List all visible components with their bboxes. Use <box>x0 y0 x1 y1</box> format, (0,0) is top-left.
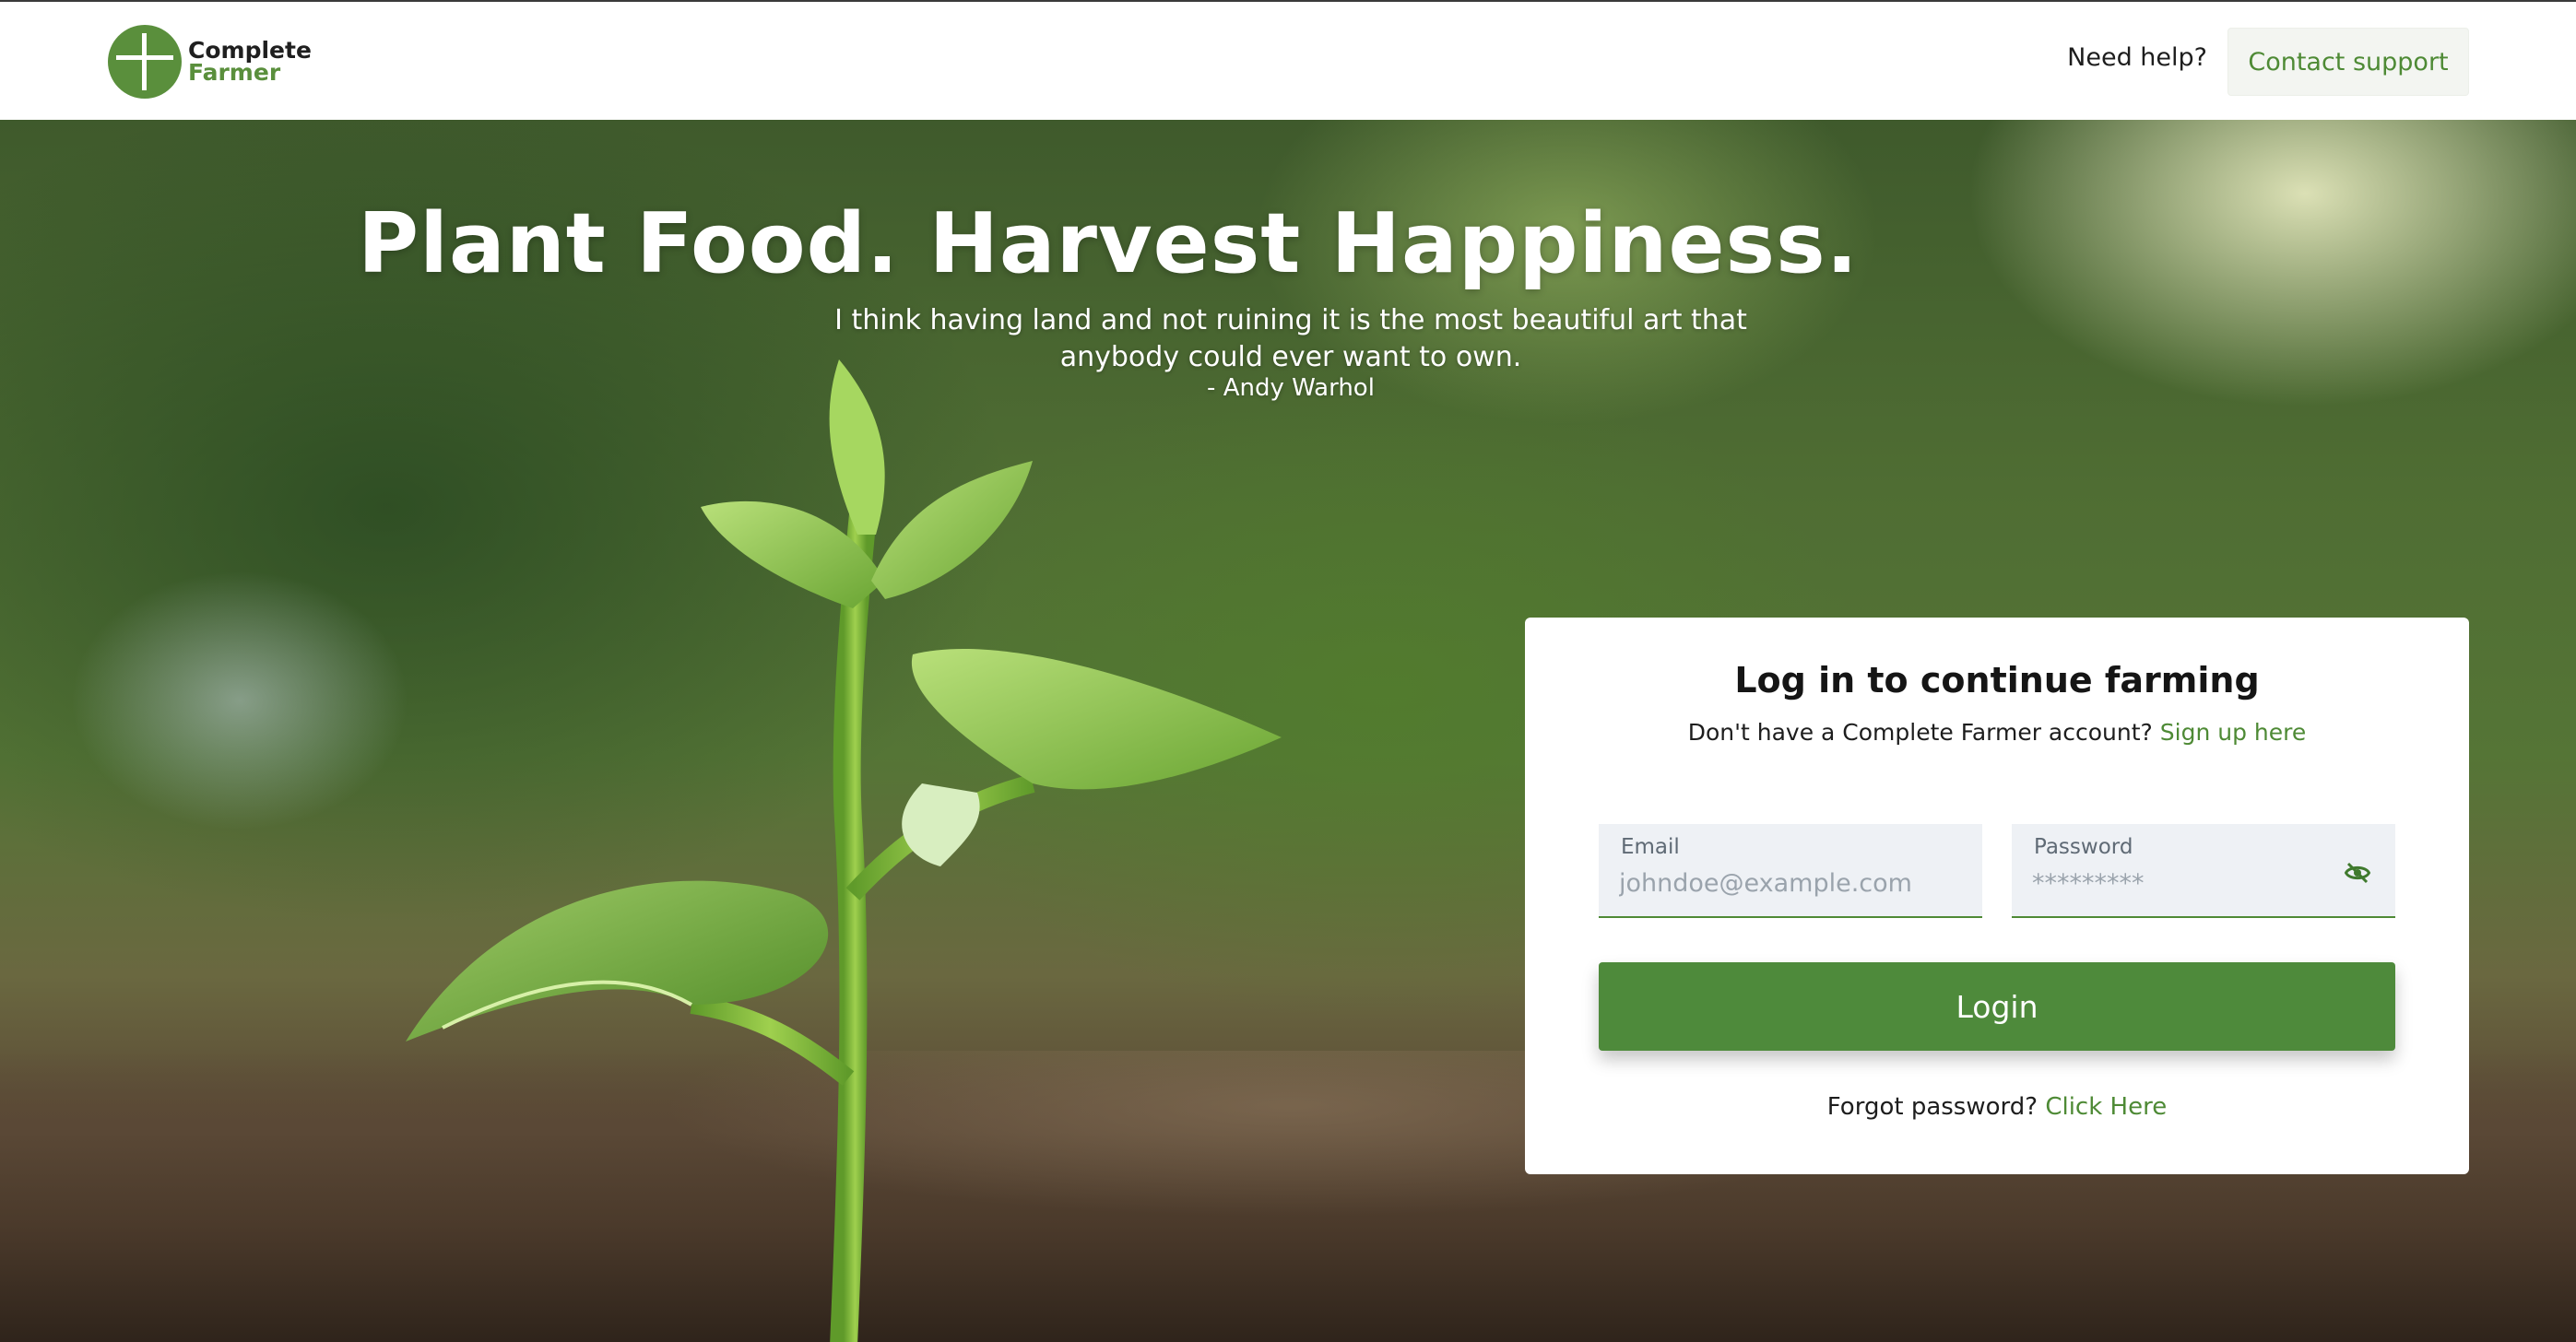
quote-author: - Andy Warhol <box>1207 374 1375 402</box>
forgot-password: Forgot password? Click Here <box>1525 1093 2469 1121</box>
brand-logo[interactable]: Complete Farmer <box>107 23 312 100</box>
hero-section: Plant Food. Harvest Happiness. I think h… <box>0 120 2576 1342</box>
forgot-prompt-text: Forgot password? <box>1826 1093 2038 1121</box>
email-input[interactable] <box>1619 865 1951 901</box>
email-field[interactable]: Email <box>1599 824 1982 918</box>
login-button[interactable]: Login <box>1599 962 2395 1051</box>
site-header: Complete Farmer Need help? Contact suppo… <box>0 2 2576 120</box>
email-label: Email <box>1621 835 1680 859</box>
hero-headline: Plant Food. Harvest Happiness. <box>0 195 2576 292</box>
login-card: Log in to continue farming Don't have a … <box>1525 618 2469 1174</box>
signup-link[interactable]: Sign up here <box>2160 719 2306 746</box>
password-label: Password <box>2034 835 2133 859</box>
brand-name: Complete Farmer <box>188 39 312 86</box>
password-field[interactable]: Password <box>2012 824 2395 918</box>
eye-off-icon[interactable] <box>2344 859 2371 887</box>
password-input[interactable] <box>2032 865 2364 901</box>
complete-farmer-logo-icon <box>108 25 182 99</box>
signup-prompt: Don't have a Complete Farmer account? Si… <box>1525 719 2469 746</box>
hero-title: Plant Food. Harvest Happiness. <box>358 195 1859 292</box>
brand-name-line2: Farmer <box>188 59 281 86</box>
login-title: Log in to continue farming <box>1734 660 2260 700</box>
forgot-password-link[interactable]: Click Here <box>2045 1093 2167 1121</box>
contact-support-button[interactable]: Contact support <box>2227 28 2469 96</box>
signup-prompt-text: Don't have a Complete Farmer account? <box>1687 719 2153 746</box>
hero-quote: I think having land and not ruining it i… <box>834 304 1747 373</box>
seedling-illustration <box>406 359 1282 1342</box>
need-help-text: Need help? <box>2067 43 2207 72</box>
